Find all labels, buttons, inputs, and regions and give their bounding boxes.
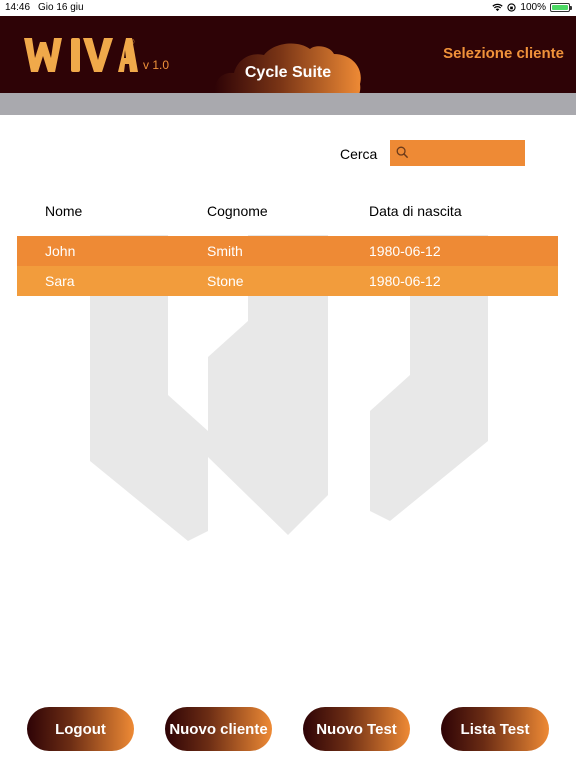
wifi-icon [492,3,504,12]
header-divider-bar [0,93,576,115]
column-header-cognome[interactable]: Cognome [207,203,268,219]
status-bar: 14:46 Gio 16 giu 100% [0,0,576,16]
column-header-data-di-nascita[interactable]: Data di nascita [369,203,462,219]
cell-nome: Sara [45,273,75,289]
search-input[interactable] [414,140,523,168]
search-field[interactable] [390,140,525,168]
cell-data-di-nascita: 1980-06-12 [369,243,441,259]
new-test-button[interactable]: Nuovo Test [303,707,410,751]
search-label: Cerca [340,146,378,162]
status-indicators: 100% [492,2,572,13]
svg-text:®: ® [130,39,135,46]
cell-data-di-nascita: 1980-06-12 [369,273,441,289]
table-row[interactable]: John Smith 1980-06-12 [17,236,558,266]
app-version: v 1.0 [143,58,170,72]
status-date: Gio 16 giu [38,2,84,13]
cell-nome: John [45,243,76,259]
test-list-button[interactable]: Lista Test [441,707,549,751]
column-header-nome[interactable]: Nome [45,203,82,219]
battery-percentage: 100% [520,2,546,13]
logout-button[interactable]: Logout [27,707,134,751]
battery-icon [550,3,572,12]
search-icon [396,146,409,159]
cell-cognome: Stone [207,273,244,289]
app-header: ® v 1.0 Cycle Suite Selezione cliente [0,16,576,104]
orientation-lock-icon [507,3,517,12]
new-client-button[interactable]: Nuovo cliente [165,707,272,751]
wiva-logo: ® [22,36,138,81]
status-time: 14:46 [5,2,31,13]
app-title: Cycle Suite [244,64,332,81]
page-title: Selezione cliente [443,45,564,62]
table-row[interactable]: Sara Stone 1980-06-12 [17,266,558,296]
cell-cognome: Smith [207,243,243,259]
